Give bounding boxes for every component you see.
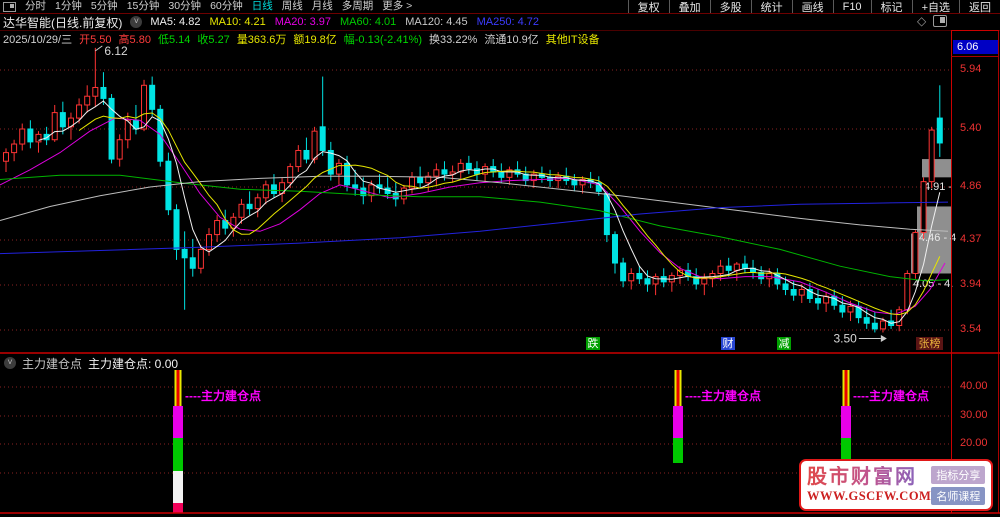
quote-field-7: 幅-0.13(-2.41%) (343, 33, 423, 46)
toolbar: 分时 1分钟 5分钟 15分钟 30分钟 60分钟 日线 周线 月线 多周期 更多 > 复权 叠加 多股… (0, 0, 1000, 14)
zone-label-1: 4.46 - 4 (919, 232, 956, 244)
period-tab-0[interactable]: 分时 (25, 0, 46, 13)
candlesticks (3, 47, 943, 333)
period-tab-9[interactable]: 多周期 (342, 0, 374, 13)
watermark-text: 股市财富网 WWW.GSCFW.COM (807, 466, 931, 504)
quote-field-5: 量363.6万 (236, 33, 287, 46)
ma-legend-item-3: MA60: 4.01 (340, 16, 397, 28)
period-tab-1[interactable]: 1分钟 (55, 0, 82, 13)
period-tabs: 分时 1分钟 5分钟 15分钟 30分钟 60分钟 日线 周线 月线 多周期 更多 > (0, 0, 412, 13)
toolbar-button-7[interactable]: +自选 (911, 0, 959, 14)
period-tab-10[interactable]: 更多 > (382, 0, 412, 13)
axis-label-0: 5.94 (960, 63, 982, 75)
period-tab-8[interactable]: 月线 (312, 0, 333, 13)
quote-field-9: 流通10.9亿 (484, 33, 539, 46)
toolbar-button-1[interactable]: 叠加 (668, 0, 710, 14)
low-annotation: 3.50 (833, 331, 857, 345)
quote-field-10: 其他IT设备 (545, 33, 600, 46)
axis-label-6: 40.00 (960, 380, 988, 392)
diamond-icon[interactable]: ◇ (917, 15, 926, 27)
ma-legend-item-5: MA250: 4.72 (476, 16, 540, 28)
indicator-value: 主力建仓点: 0.00 (88, 356, 179, 371)
stock-title: 达华智能(日线.前复权) (3, 15, 123, 30)
svg-text:张榜: 张榜 (919, 336, 941, 350)
toolbar-button-3[interactable]: 统计 (750, 0, 792, 14)
toolbar-button-2[interactable]: 多股 (709, 0, 751, 14)
toolbar-button-5[interactable]: F10 (832, 0, 871, 13)
quote-field-8: 换33.22% (429, 33, 478, 46)
app-window: 4.91 -4.46 - 4 4.05 - 4. 6.12 3.50 跌财减张榜 ----… (0, 0, 1000, 517)
ma-line-MA10 (78, 112, 941, 316)
ma-legend-item-0: MA5: 4.82 (150, 16, 201, 28)
chevron-down-icon[interactable]: ˅ (130, 16, 143, 28)
signal-bar-label-2: ----主力建仓点 (853, 388, 929, 403)
chart-canvas[interactable]: 4.91 -4.46 - 44.05 - 4.6.123.50跌财减张榜----… (0, 0, 1000, 517)
ma-line-MA250 (0, 201, 949, 255)
watermark-title: 股市财富网 (807, 466, 931, 489)
axis-label-3: 4.37 (960, 233, 982, 245)
quote-field-3: 低5.14 (157, 33, 191, 46)
axis-label-2: 4.86 (960, 180, 982, 192)
indicator-header: ˅ 主力建仓点 主力建仓点: 0.00 (4, 356, 179, 371)
toolbar-button-8[interactable]: 返回 (959, 0, 1000, 14)
axis-label-7: 30.00 (960, 409, 988, 421)
toolbar-button-6[interactable]: 标记 (870, 0, 912, 14)
watermark-badges: 指标分享 名师课程 (931, 465, 986, 505)
quote-field-4: 收5.27 (197, 33, 230, 46)
signal-bar-label-0: ----主力建仓点 (185, 388, 261, 403)
axis-high-price: 6.06 (953, 40, 998, 54)
ma-legend-item-2: MA20: 3.97 (274, 16, 331, 28)
period-tab-4[interactable]: 30分钟 (168, 0, 201, 13)
ma-line-MA60 (0, 174, 949, 282)
svg-text:跌: 跌 (588, 336, 599, 350)
svg-text:财: 财 (723, 336, 734, 350)
period-tab-5[interactable]: 60分钟 (210, 0, 243, 13)
signal-bar-label-1: ----主力建仓点 (685, 388, 761, 403)
period-tab-2[interactable]: 5分钟 (91, 0, 118, 13)
axis-label-8: 20.00 (960, 437, 988, 449)
axis-label-5: 3.54 (960, 323, 982, 335)
layout-icon[interactable] (3, 1, 16, 12)
event-badges: 跌 财 减 张榜 (586, 336, 943, 350)
annotations: 6.123.50 (95, 44, 887, 345)
quote-row: 2025/10/29/三 开5.50 高5.80 低5.14 收5.27 量363.6万额… (3, 31, 600, 46)
quote-field-0: 2025/10/29/三 (3, 33, 73, 46)
axis-label-1: 5.40 (960, 122, 982, 134)
period-tab-3[interactable]: 15分钟 (127, 0, 160, 13)
watermark-badge-1: 指标分享 (931, 465, 986, 484)
indicator-chevron-icon[interactable]: ˅ (4, 357, 16, 369)
toolbar-button-0[interactable]: 复权 (627, 0, 669, 14)
zone-label-0: 4.91 - (924, 181, 952, 193)
ma-legend-item-4: MA120: 4.45 (405, 16, 468, 28)
ma-lines (0, 100, 949, 324)
ma-legend-item-1: MA10: 4.21 (209, 16, 266, 28)
stock-info-row: 达华智能(日线.前复权) ˅ MA5: 4.82 MA10: 4.21 MA20: … (3, 14, 539, 30)
quote-field-6: 额19.8亿 (293, 33, 337, 46)
toolbar-buttons: 复权 叠加 多股 统计 画线 F10 标记 +自选 返回 (627, 0, 1000, 14)
chart-widget-icons: ◇ (917, 15, 948, 27)
ma-legend: MA5: 4.82 MA10: 4.21 MA20: 3.97 MA60: 4.01 M… (150, 16, 539, 28)
period-tab-6[interactable]: 日线 (252, 0, 273, 13)
quote-field-1: 开5.50 (79, 33, 112, 46)
toolbar-button-4[interactable]: 画线 (791, 0, 833, 14)
window-icon[interactable] (933, 15, 948, 27)
watermark: 股市财富网 WWW.GSCFW.COM 指标分享 名师课程 (799, 459, 993, 511)
watermark-url: WWW.GSCFW.COM (807, 489, 932, 503)
price-axis: 6.06 5.94 5.40 4.86 4.37 3.94 3.54 40.00 30.00 20… (952, 30, 999, 513)
watermark-badge-2: 名师课程 (931, 486, 986, 505)
period-tab-7[interactable]: 周线 (282, 0, 303, 13)
main-gridlines (0, 69, 951, 474)
axis-label-4: 3.94 (960, 278, 982, 290)
svg-text:减: 减 (779, 337, 790, 350)
quote-field-2: 高5.80 (118, 33, 151, 46)
indicator-title: 主力建仓点 (22, 356, 83, 371)
